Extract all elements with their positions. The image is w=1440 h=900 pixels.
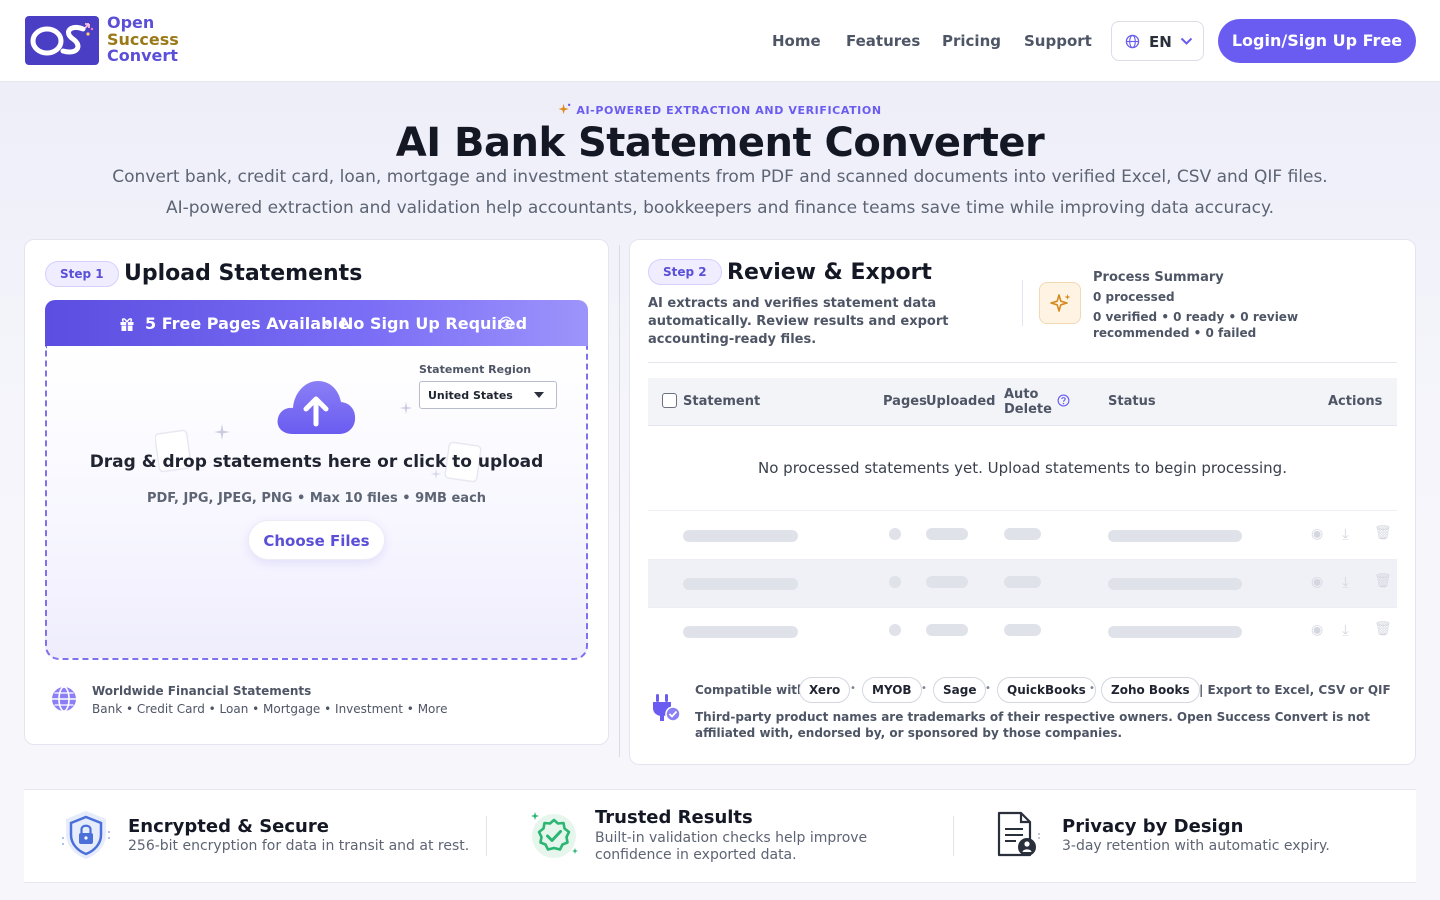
cloud-upload-icon[interactable] bbox=[275, 378, 357, 438]
logo-icon[interactable] bbox=[25, 16, 99, 65]
nav-features[interactable]: Features bbox=[846, 32, 920, 50]
dropzone-title: Drag & drop statements here or click to … bbox=[89, 452, 544, 472]
process-summary-icon bbox=[1039, 282, 1081, 324]
worldwide-types: Bank • Credit Card • Loan • Mortgage • I… bbox=[92, 702, 448, 716]
step-1-badge: Step 1 bbox=[45, 261, 119, 287]
free-pages-text: 5 Free Pages Available bbox=[145, 314, 349, 333]
sparkle-icon bbox=[1050, 294, 1071, 312]
globe-icon bbox=[52, 686, 76, 712]
plug-integration-icon bbox=[653, 694, 681, 722]
skeleton-row: ◉ ⤓ 🗑 bbox=[648, 559, 1397, 607]
chip-separator: • bbox=[985, 683, 991, 694]
trademark-disclaimer: Third-party product names are trademarks… bbox=[695, 710, 1370, 740]
eye-icon: ◉ bbox=[1311, 574, 1324, 590]
eye-icon: ◉ bbox=[1311, 526, 1324, 542]
trash-icon: 🗑 bbox=[1374, 525, 1392, 541]
download-icon: ⤓ bbox=[1342, 525, 1349, 543]
nav-home[interactable]: Home bbox=[772, 32, 821, 50]
review-title: Review & Export bbox=[727, 260, 932, 285]
trust-encrypted-title: Encrypted & Secure bbox=[128, 816, 329, 837]
chip-myob: MYOB bbox=[862, 677, 922, 703]
empty-state-message: No processed statements yet. Upload stat… bbox=[758, 459, 1287, 477]
login-signup-button[interactable]: Login/Sign Up Free bbox=[1218, 19, 1416, 63]
chip-separator: • bbox=[1089, 683, 1095, 694]
trust-divider bbox=[486, 816, 487, 856]
sparkle-icon bbox=[558, 103, 571, 115]
page-title: AI Bank Statement Converter bbox=[395, 120, 1045, 166]
sparkle-icon bbox=[399, 401, 413, 415]
shield-lock-icon bbox=[62, 811, 110, 859]
verified-badge-icon bbox=[531, 812, 578, 858]
banner-separator: • bbox=[323, 314, 334, 333]
trust-divider bbox=[953, 816, 954, 856]
table-top-divider bbox=[648, 362, 1397, 363]
globe-icon bbox=[1125, 34, 1140, 49]
download-icon: ⤓ bbox=[1342, 621, 1349, 639]
trash-icon: 🗑 bbox=[1374, 621, 1392, 637]
col-uploaded[interactable]: Uploaded bbox=[926, 394, 995, 409]
export-formats: | Export to Excel, CSV or QIF bbox=[1199, 683, 1391, 697]
nav-pricing[interactable]: Pricing bbox=[942, 32, 1001, 50]
hero-eyebrow: AI-POWERED EXTRACTION AND VERIFICATION bbox=[0, 103, 1440, 117]
chevron-down-icon bbox=[1180, 37, 1193, 45]
download-icon: ⤓ bbox=[1342, 573, 1349, 591]
col-pages[interactable]: Pages bbox=[883, 394, 927, 409]
col-auto-delete[interactable]: Auto Delete bbox=[1004, 387, 1054, 417]
dropzone-formats: PDF, JPG, JPEG, PNG • Max 10 files • 9MB… bbox=[146, 491, 487, 506]
chip-separator: • bbox=[921, 683, 927, 694]
choose-files-button[interactable]: Choose Files bbox=[248, 520, 385, 560]
col-statement[interactable]: Statement bbox=[683, 394, 760, 409]
col-status[interactable]: Status bbox=[1108, 394, 1156, 409]
free-pages-banner: 5 Free Pages Available • No Sign Up Requ… bbox=[45, 300, 588, 348]
chip-zoho-books: Zoho Books bbox=[1101, 677, 1200, 703]
worldwide-title: Worldwide Financial Statements bbox=[92, 684, 312, 698]
column-divider bbox=[619, 245, 620, 757]
trust-results-title: Trusted Results bbox=[595, 807, 753, 828]
hero-subtitle-1: Convert bank, credit card, loan, mortgag… bbox=[112, 167, 1328, 187]
trust-privacy-sub: 3-day retention with automatic expiry. bbox=[1062, 838, 1330, 854]
hero-subtitle-2: AI-powered extraction and validation hel… bbox=[165, 198, 1275, 218]
skeleton-row: ◉ ⤓ 🗑 bbox=[648, 607, 1397, 655]
language-selector[interactable]: EN bbox=[1111, 21, 1204, 61]
trash-icon: 🗑 bbox=[1374, 573, 1392, 589]
region-label: Statement Region bbox=[419, 363, 532, 376]
summary-divider bbox=[1022, 280, 1023, 326]
logo-wordmark[interactable]: Open Success Convert bbox=[107, 14, 179, 65]
logo-line-convert: Convert bbox=[107, 46, 178, 65]
nav-support[interactable]: Support bbox=[1024, 32, 1092, 50]
language-code: EN bbox=[1149, 33, 1172, 51]
hero-eyebrow-text: AI-POWERED EXTRACTION AND VERIFICATION bbox=[576, 104, 882, 117]
privacy-document-icon bbox=[997, 811, 1040, 857]
top-navbar: Open Success Convert Home Features Prici… bbox=[0, 0, 1440, 82]
summary-title: Process Summary bbox=[1093, 270, 1224, 285]
upload-title: Upload Statements bbox=[124, 261, 363, 286]
trust-encrypted-sub: 256-bit encryption for data in transit a… bbox=[128, 838, 470, 854]
eye-icon: ◉ bbox=[1311, 622, 1324, 638]
help-circle-icon[interactable] bbox=[1057, 394, 1070, 407]
trust-results-sub: Built-in validation checks help improve … bbox=[595, 830, 868, 863]
chip-sage: Sage bbox=[933, 677, 987, 703]
select-all-checkbox[interactable] bbox=[662, 393, 677, 408]
compatible-label: Compatible with bbox=[695, 683, 806, 697]
chip-separator: • bbox=[850, 683, 856, 694]
skeleton-row: ◉ ⤓ 🗑 bbox=[648, 510, 1397, 558]
step-2-badge: Step 2 bbox=[648, 259, 722, 285]
sparkle-icon bbox=[214, 424, 230, 440]
table-header: Statement Pages Uploaded Auto Delete Sta… bbox=[648, 378, 1397, 426]
trust-privacy-title: Privacy by Design bbox=[1062, 816, 1244, 837]
region-value: United States bbox=[428, 389, 513, 402]
summary-count: 0 processed bbox=[1093, 290, 1175, 304]
gift-icon bbox=[120, 318, 134, 331]
caret-down-icon bbox=[534, 392, 544, 398]
chip-xero: Xero bbox=[799, 677, 851, 703]
review-description: AI extracts and verifies statement data … bbox=[648, 296, 949, 347]
chip-quickbooks: QuickBooks bbox=[997, 677, 1096, 703]
help-circle-icon[interactable] bbox=[499, 316, 513, 330]
region-select[interactable]: United States bbox=[419, 381, 557, 409]
col-actions: Actions bbox=[1328, 394, 1383, 409]
summary-detail: 0 verified • 0 ready • 0 review recommen… bbox=[1093, 310, 1299, 340]
